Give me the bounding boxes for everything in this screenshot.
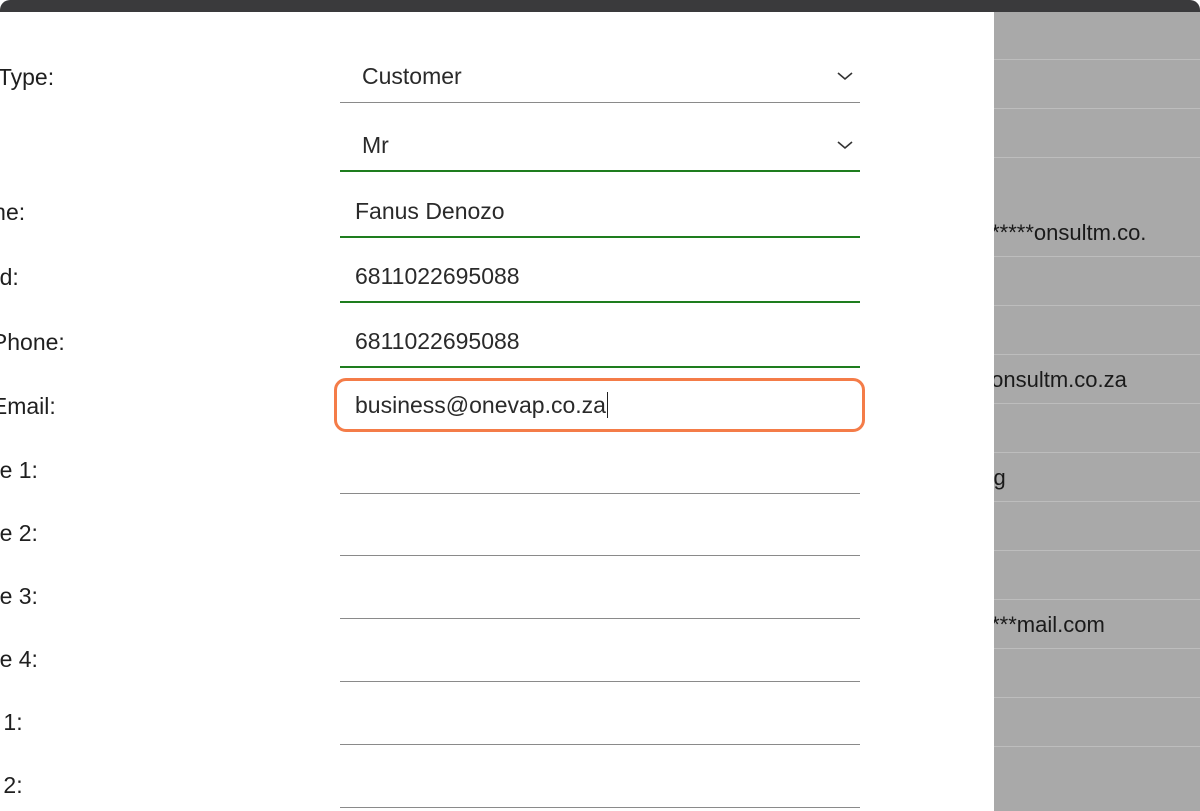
email-2-label: ail 2: [0,772,23,798]
background-page: *******onsultm.co. **onsultm.co.za org *… [994,12,1200,811]
primary-phone-label: y Phone: [0,329,65,355]
phone-3-input[interactable] [340,569,860,619]
title-value: Mr [362,132,389,158]
background-row [994,503,1200,551]
background-row-text: *****mail.com [994,612,1105,637]
contact-type-select[interactable]: Customer [340,53,860,103]
phone-4-label: one 4: [0,646,38,672]
background-row: *******onsultm.co. [994,209,1200,257]
title-select[interactable]: Mr [340,122,860,172]
contact-type-label: ct Type: [0,64,55,90]
name-label: ame: [0,199,26,225]
background-row [994,699,1200,747]
contact-type-value: Customer [362,63,462,89]
window: *******onsultm.co. **onsultm.co.za org *… [0,0,1200,811]
chevron-down-icon [837,141,853,150]
focus-ring [334,378,865,432]
primary-email-label: y Email: [0,393,56,419]
background-row [994,258,1200,306]
id-value: 6811022695088 [355,263,520,289]
phone-4-input[interactable] [340,632,860,682]
primary-phone-value: 6811022695088 [355,328,520,354]
background-row: org [994,454,1200,502]
name-input[interactable]: Fanus Denozo [340,188,860,238]
background-row [994,552,1200,600]
background-row [994,61,1200,109]
email-1-input[interactable] [340,695,860,745]
chevron-down-icon [837,72,853,81]
contact-form-modal: ct Type: Customer Mr ame: Fanus Denozo e… [0,12,994,811]
background-row [994,110,1200,158]
phone-2-input[interactable] [340,506,860,556]
id-label: e Id: [0,264,19,290]
phone-3-label: one 3: [0,583,38,609]
background-row-text: *******onsultm.co. [994,220,1147,245]
primary-phone-input[interactable]: 6811022695088 [340,318,860,368]
background-row: n [994,650,1200,698]
email-1-label: ail 1: [0,709,23,735]
phone-2-label: one 2: [0,520,38,546]
background-row-text: **onsultm.co.za [994,367,1127,392]
background-row [994,307,1200,355]
name-value: Fanus Denozo [355,198,505,224]
background-row: *****mail.com [994,601,1200,649]
background-row [994,405,1200,453]
background-row [994,12,1200,60]
background-row: **onsultm.co.za [994,356,1200,404]
id-input[interactable]: 6811022695088 [340,253,860,303]
phone-1-input[interactable] [340,444,860,494]
phone-1-label: one 1: [0,457,38,483]
background-row-text: org [994,465,1006,490]
email-2-input[interactable] [340,758,860,808]
